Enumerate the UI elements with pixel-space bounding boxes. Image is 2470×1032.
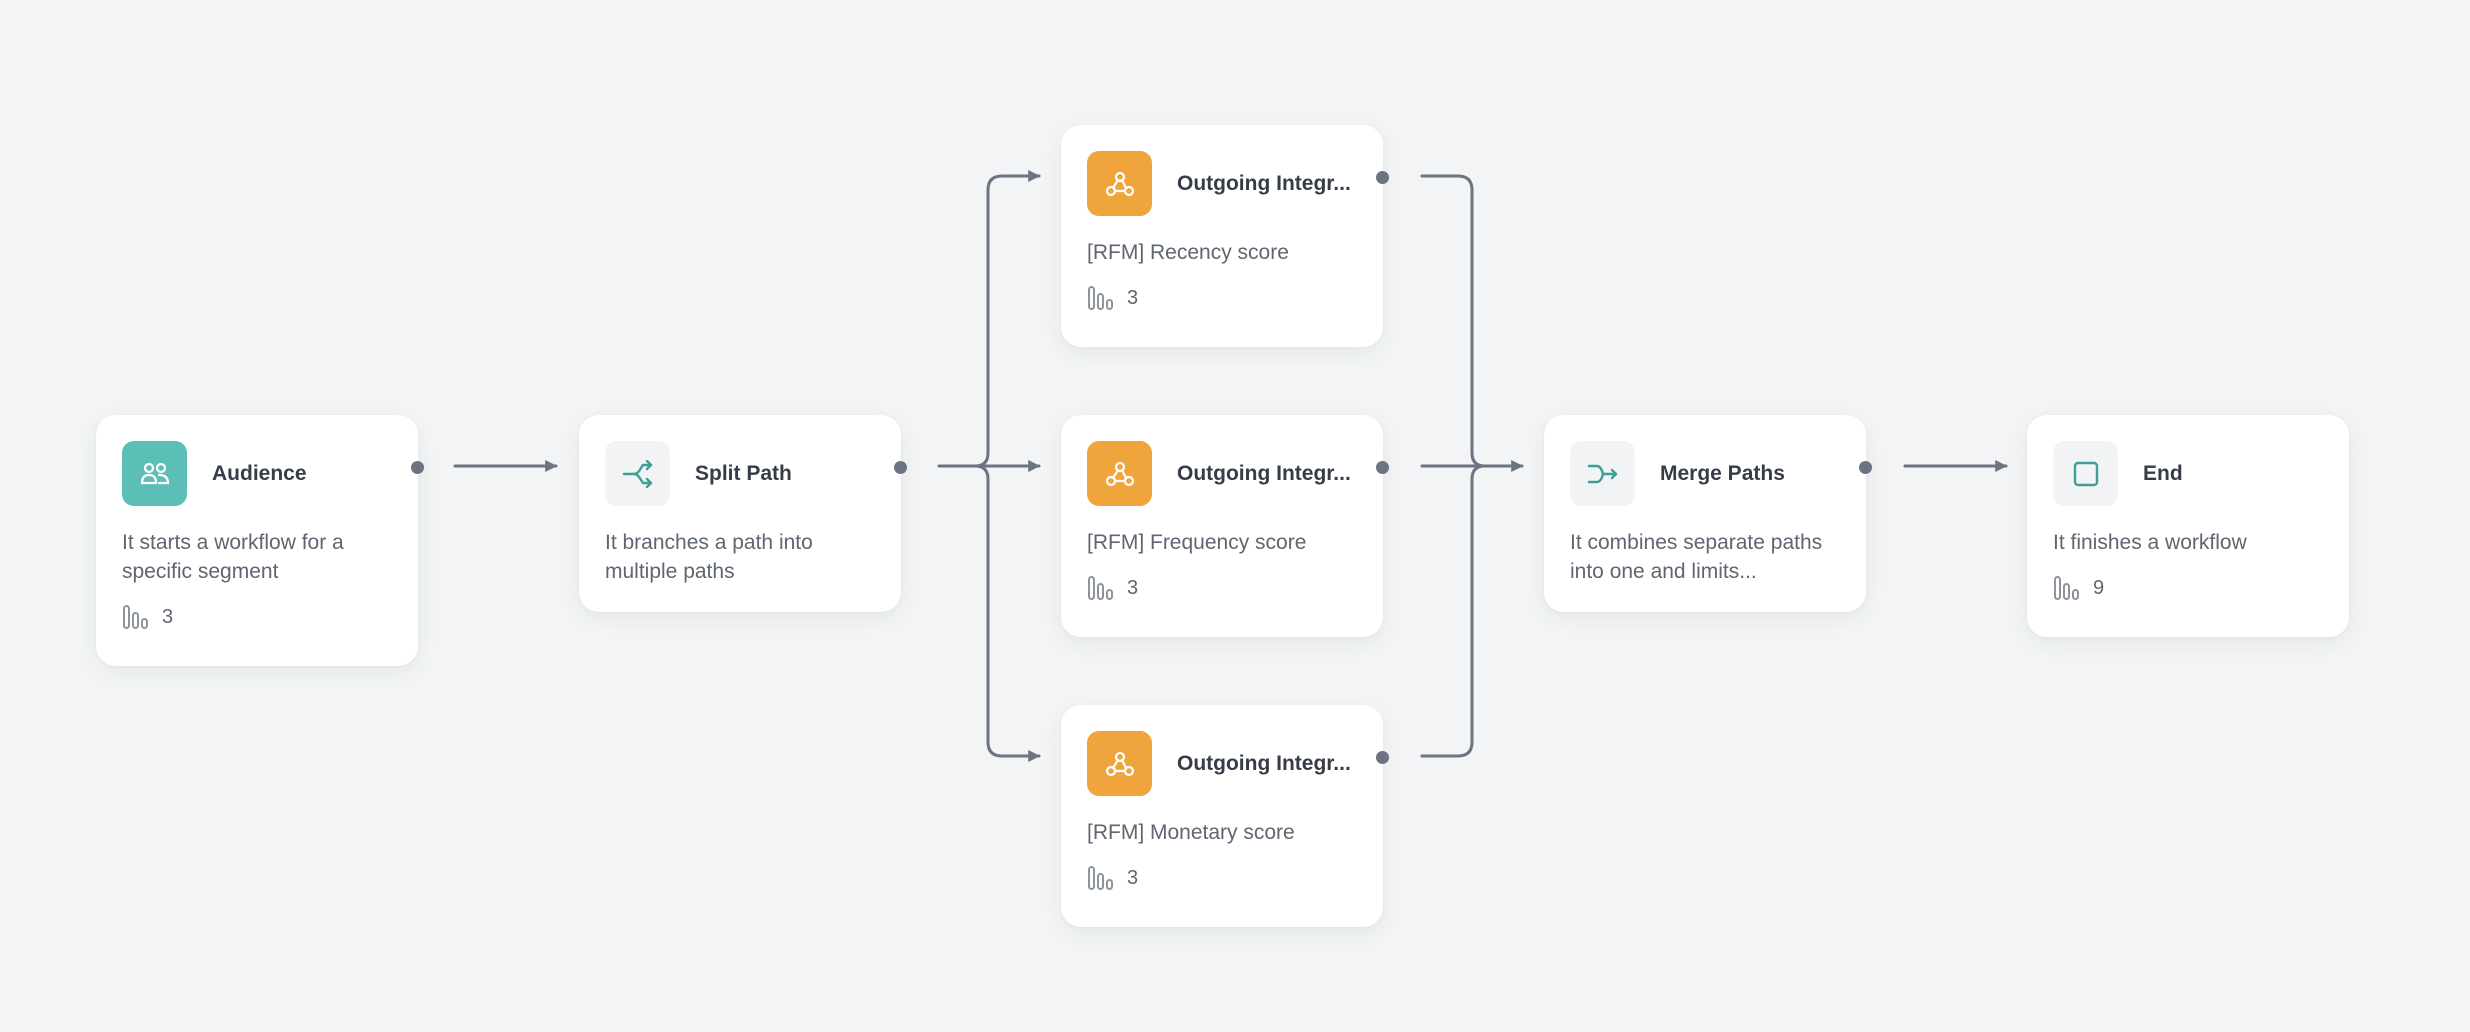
node-outgoing-integration-monetary[interactable]: Outgoing Integr... [RFM] Monetary score …	[1061, 705, 1389, 927]
stat-count: 3	[1127, 866, 1139, 889]
node-end[interactable]: End It finishes a workflow 9	[2027, 415, 2349, 637]
node-title: Outgoing Integr...	[1177, 171, 1351, 195]
edge-split-out3	[973, 464, 1041, 762]
edge-out1-merge	[1420, 174, 1487, 468]
node-stat: 3	[1087, 285, 1357, 311]
node-title: Outgoing Integr...	[1177, 751, 1351, 775]
node-description: It starts a workflow for a specific segm…	[122, 531, 344, 583]
stat-count: 3	[162, 605, 174, 628]
node-title: Outgoing Integr...	[1177, 461, 1351, 485]
edge-out3-merge	[1420, 464, 1487, 758]
node-audience[interactable]: Audience It starts a workflow for a spec…	[96, 415, 424, 666]
stat-count: 3	[1127, 576, 1139, 599]
webhook-icon	[1087, 151, 1152, 216]
node-description: It branches a path into multiple paths	[605, 531, 813, 583]
split-path-icon	[605, 441, 670, 506]
stat-count: 9	[2093, 576, 2105, 599]
node-stat: 3	[1087, 865, 1357, 891]
audience-icon	[122, 441, 187, 506]
stat-count: 3	[1127, 286, 1139, 309]
output-handle[interactable]	[1376, 751, 1389, 764]
node-description: [RFM] Monetary score	[1087, 821, 1295, 844]
merge-paths-icon	[1570, 441, 1635, 506]
edge-split-out1	[973, 170, 1041, 468]
node-description: [RFM] Recency score	[1087, 241, 1289, 264]
output-handle[interactable]	[411, 461, 424, 474]
node-title: Split Path	[695, 461, 792, 485]
node-merge-paths[interactable]: Merge Paths It combines separate paths i…	[1544, 415, 1872, 612]
output-handle[interactable]	[1859, 461, 1872, 474]
node-split-path[interactable]: Split Path It branches a path into multi…	[579, 415, 907, 612]
node-description: [RFM] Frequency score	[1087, 531, 1307, 554]
node-stat: 9	[2053, 575, 2323, 601]
end-square-icon	[2053, 441, 2118, 506]
node-title: Audience	[212, 461, 307, 485]
node-outgoing-integration-recency[interactable]: Outgoing Integr... [RFM] Recency score 3	[1061, 125, 1389, 347]
node-title: End	[2143, 461, 2183, 485]
stats-icon	[1088, 576, 1113, 600]
node-stat: 3	[1087, 575, 1357, 601]
node-title: Merge Paths	[1660, 461, 1785, 485]
output-handle[interactable]	[894, 461, 907, 474]
stats-icon	[1088, 866, 1113, 890]
node-outgoing-integration-frequency[interactable]: Outgoing Integr... [RFM] Frequency score…	[1061, 415, 1389, 637]
output-handle[interactable]	[1376, 461, 1389, 474]
node-description: It combines separate paths into one and …	[1570, 531, 1823, 583]
stats-icon	[123, 605, 148, 629]
webhook-icon	[1087, 731, 1152, 796]
output-handle[interactable]	[1376, 171, 1389, 184]
stats-icon	[1088, 286, 1113, 310]
node-stat: 3	[122, 604, 392, 630]
webhook-icon	[1087, 441, 1152, 506]
node-description: It finishes a workflow	[2053, 531, 2247, 554]
stats-icon	[2054, 576, 2079, 600]
